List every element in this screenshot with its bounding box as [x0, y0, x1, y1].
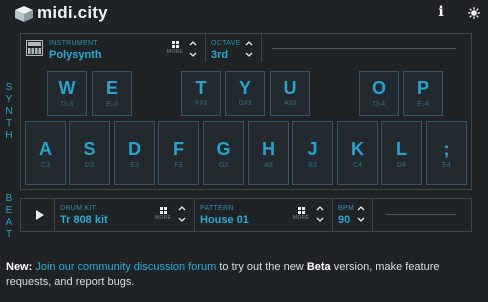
instrument-label: INSTRUMENT — [49, 40, 98, 47]
forum-link[interactable]: Join our community discussion forum — [35, 261, 216, 273]
octave-stepper[interactable] — [243, 38, 255, 60]
bpm-stepper[interactable] — [355, 203, 367, 225]
volume-slider[interactable] — [272, 48, 456, 49]
instrument-more-button[interactable]: MORE — [166, 39, 184, 59]
pattern-stepper[interactable] — [314, 203, 326, 225]
beat-side-label: B E A T — [5, 193, 13, 240]
chevron-up-icon — [178, 206, 186, 211]
app-title[interactable]: midi.city — [37, 3, 108, 23]
grid-icon — [297, 207, 305, 214]
piano-key-o[interactable]: O D♭4 — [359, 71, 399, 116]
bpm-value[interactable]: 90 — [338, 214, 350, 226]
drum-kit-stepper[interactable] — [176, 203, 188, 225]
synth-side-label: S Y N T H — [5, 82, 13, 141]
chevron-up-icon — [189, 41, 197, 46]
pattern-value[interactable]: House 01 — [200, 214, 249, 226]
piano-key-p[interactable]: P E♭4 — [403, 71, 443, 116]
divider — [372, 199, 373, 231]
announcement-text: to try out the new — [219, 261, 304, 273]
keyboard-icon — [26, 40, 43, 56]
piano-key-d[interactable]: D E3 — [114, 121, 155, 185]
piano-key-f[interactable]: F F3 — [158, 121, 199, 185]
chevron-down-icon — [178, 217, 186, 222]
divider — [332, 199, 333, 231]
drum-kit-label: DRUM KIT — [60, 205, 97, 212]
piano-key-semicolon[interactable]: ; E4 — [426, 121, 467, 185]
drum-kit-value[interactable]: Tr 808 kit — [60, 214, 108, 226]
piano-key-y[interactable]: Y G♯3 — [225, 71, 265, 116]
piano-key-h[interactable]: H A3 — [248, 121, 289, 185]
octave-value[interactable]: 3rd — [211, 49, 228, 61]
bpm-label: BPM — [338, 205, 355, 212]
piano-key-e[interactable]: E E♭3 — [92, 71, 132, 116]
grid-icon — [171, 41, 179, 48]
drum-kit-more-button[interactable]: MORE — [154, 205, 172, 225]
octave-label: OCTAVE — [211, 40, 241, 47]
instrument-value[interactable]: Polysynth — [49, 49, 102, 61]
piano-key-k[interactable]: K C4 — [337, 121, 378, 185]
chevron-up-icon — [316, 206, 324, 211]
cube-icon[interactable] — [14, 5, 34, 23]
chevron-down-icon — [189, 52, 197, 57]
instrument-stepper[interactable] — [187, 38, 199, 60]
divider — [194, 199, 195, 231]
piano-key-g[interactable]: G G3 — [203, 121, 244, 185]
beat-volume-slider[interactable] — [386, 214, 456, 215]
beta-label: Beta — [306, 261, 331, 273]
light-icon[interactable] — [467, 6, 481, 20]
piano-key-s[interactable]: S D3 — [69, 121, 110, 185]
chevron-up-icon — [245, 41, 253, 46]
piano-key-w[interactable]: W D♭3 — [47, 71, 87, 116]
chevron-down-icon — [245, 52, 253, 57]
divider — [261, 34, 262, 62]
announcement: New: Join our community discussion forum… — [6, 260, 482, 290]
piano-key-u[interactable]: U A♯3 — [270, 71, 310, 116]
play-icon[interactable] — [30, 206, 48, 224]
pattern-label: PATTERN — [200, 205, 234, 212]
pattern-more-button[interactable]: MORE — [292, 205, 310, 225]
divider — [205, 34, 206, 62]
chevron-down-icon — [357, 217, 365, 222]
divider — [54, 199, 55, 231]
piano-key-t[interactable]: T F♯3 — [181, 71, 221, 116]
chevron-down-icon — [316, 217, 324, 222]
piano-key-j[interactable]: J B3 — [292, 121, 333, 185]
piano-key-a[interactable]: A C3 — [25, 121, 66, 185]
piano-key-l[interactable]: L D4 — [381, 121, 422, 185]
grid-icon — [159, 207, 167, 214]
info-icon[interactable]: i — [436, 5, 446, 19]
chevron-up-icon — [357, 206, 365, 211]
announcement-prefix: New: — [6, 261, 33, 273]
